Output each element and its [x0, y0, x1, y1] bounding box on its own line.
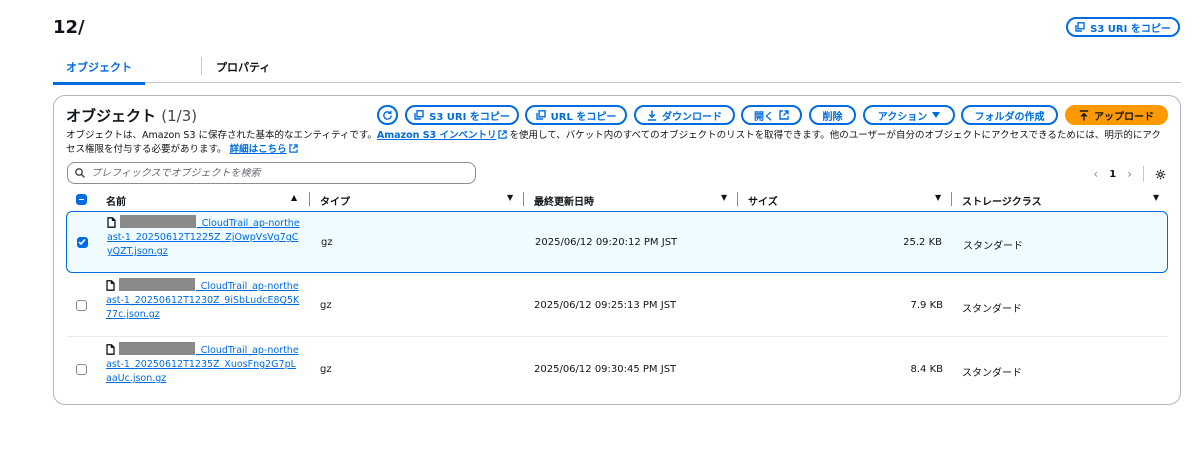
redacted-block: [119, 342, 195, 355]
delete-button-label: 削除: [822, 111, 843, 123]
object-storage-class: スタンダード: [962, 304, 1022, 315]
copy-s3-uri-button[interactable]: S3 URI をコピー: [405, 105, 519, 125]
column-header-type[interactable]: タイプ: [320, 193, 350, 208]
learn-more-link[interactable]: 詳細はこちら: [230, 144, 287, 155]
caret-down-icon: [932, 112, 941, 118]
current-page[interactable]: 1: [1109, 169, 1116, 180]
object-type: gz: [320, 364, 332, 375]
chevron-right-icon[interactable]: ›: [1127, 167, 1132, 181]
object-type: gz: [320, 300, 332, 311]
upload-button[interactable]: アップロード: [1065, 105, 1168, 125]
copy-icon: [414, 110, 424, 120]
object-size: 8.4 KB: [910, 364, 944, 375]
object-size: 25.2 KB: [903, 237, 942, 248]
objects-panel-title: オブジェクト (1/3): [66, 105, 197, 126]
download-button-label: ダウンロード: [662, 111, 722, 123]
pagination: ‹ 1 ›: [1093, 166, 1166, 182]
object-size: 7.9 KB: [910, 300, 944, 311]
refresh-button[interactable]: [377, 105, 398, 125]
search-icon: [75, 168, 85, 178]
redacted-block: [120, 215, 196, 228]
row-checkbox[interactable]: [76, 300, 87, 311]
search-input[interactable]: [91, 167, 451, 179]
copy-s3-uri-label: S3 URI をコピー: [1090, 23, 1171, 35]
table-row[interactable]: _CloudTrail_ap-northeast-1_20250612T1225…: [66, 211, 1168, 273]
sort-icon[interactable]: ▼: [507, 193, 513, 202]
actions-dropdown[interactable]: アクション: [863, 105, 955, 125]
objects-count: (1/3): [161, 107, 198, 125]
s3-inventory-link[interactable]: Amazon S3 インベントリ: [377, 130, 497, 141]
external-link-icon: [288, 144, 298, 153]
redacted-block: [119, 278, 195, 291]
search-box: [67, 162, 476, 184]
column-divider: [309, 192, 310, 206]
actions-dropdown-label: アクション: [877, 111, 928, 123]
tab-bar: オブジェクト プロパティ: [53, 53, 1181, 85]
copy-url-button[interactable]: URL をコピー: [525, 105, 627, 125]
column-header-name[interactable]: 名前: [106, 193, 126, 208]
upload-button-label: アップロード: [1094, 111, 1154, 123]
open-button-label: 開く: [754, 111, 774, 123]
external-link-icon: [498, 130, 508, 139]
create-folder-button[interactable]: フォルダの作成: [961, 105, 1058, 125]
column-divider: [951, 192, 952, 206]
open-button[interactable]: 開く: [741, 105, 802, 125]
table-row[interactable]: _CloudTrail_ap-northeast-1_20250612T1235…: [66, 339, 1168, 401]
copy-s3-uri-header-button[interactable]: S3 URI をコピー: [1066, 17, 1180, 37]
object-last-modified: 2025/06/12 09:25:13 PM JST: [534, 300, 677, 311]
column-header-size[interactable]: サイズ: [748, 193, 778, 208]
object-name-cell: _CloudTrail_ap-northeast-1_20250612T1235…: [106, 342, 301, 386]
table-row[interactable]: _CloudTrail_ap-northeast-1_20250612T1230…: [66, 275, 1168, 337]
file-icon: [107, 217, 116, 228]
objects-title-text: オブジェクト: [66, 107, 157, 125]
object-storage-class: スタンダード: [963, 241, 1023, 252]
column-divider: [737, 192, 738, 206]
row-checkbox[interactable]: [77, 237, 88, 248]
object-storage-class: スタンダード: [962, 368, 1022, 379]
upload-icon: [1079, 109, 1089, 120]
object-last-modified: 2025/06/12 09:20:12 PM JST: [535, 237, 678, 248]
select-all-checkbox[interactable]: [76, 194, 87, 205]
file-icon: [106, 280, 115, 291]
object-name-cell: _CloudTrail_ap-northeast-1_20250612T1230…: [106, 278, 301, 322]
gear-icon[interactable]: [1155, 169, 1166, 180]
tab-divider: [201, 57, 202, 75]
file-icon: [106, 344, 115, 355]
copy-url-button-label: URL をコピー: [550, 111, 617, 123]
objects-description: オブジェクトは、Amazon S3 に保存された基本的なエンティティです。Ama…: [66, 129, 1166, 157]
page-title: 12/: [53, 17, 85, 38]
object-name-cell: _CloudTrail_ap-northeast-1_20250612T1225…: [107, 215, 302, 259]
sort-icon[interactable]: ▼: [1153, 193, 1159, 202]
refresh-icon: [383, 110, 392, 120]
copy-s3-uri-button-label: S3 URI をコピー: [429, 111, 510, 123]
column-header-last-modified[interactable]: 最終更新日時: [534, 193, 594, 208]
copy-icon: [1075, 22, 1085, 32]
download-button[interactable]: ダウンロード: [634, 105, 735, 125]
chevron-left-icon[interactable]: ‹: [1093, 167, 1098, 181]
tab-objects[interactable]: オブジェクト: [53, 59, 145, 85]
check-icon: [78, 238, 86, 246]
object-last-modified: 2025/06/12 09:30:45 PM JST: [534, 364, 677, 375]
sort-icon[interactable]: ▲: [291, 193, 297, 202]
tab-properties[interactable]: プロパティ: [216, 59, 270, 75]
pager-divider: [1143, 166, 1144, 182]
download-icon: [647, 110, 657, 121]
sort-icon[interactable]: ▼: [721, 193, 727, 202]
create-folder-button-label: フォルダの作成: [974, 111, 1045, 123]
column-divider: [523, 192, 524, 206]
table-header: 名前 ▲ タイプ ▼ 最終更新日時 ▼ サイズ ▼ ストレージクラス ▼: [66, 192, 1168, 208]
external-link-icon: [779, 110, 789, 120]
copy-icon: [535, 110, 546, 120]
row-checkbox[interactable]: [76, 364, 87, 375]
delete-button[interactable]: 削除: [809, 105, 856, 125]
sort-icon[interactable]: ▼: [935, 193, 941, 202]
object-type: gz: [321, 237, 333, 248]
objects-panel: オブジェクト (1/3) S3 URI をコピー URL をコピー ダウンロード…: [53, 95, 1181, 405]
column-header-storage-class[interactable]: ストレージクラス: [962, 193, 1042, 208]
description-text-1: オブジェクトは、Amazon S3 に保存された基本的なエンティティです。: [66, 130, 377, 141]
